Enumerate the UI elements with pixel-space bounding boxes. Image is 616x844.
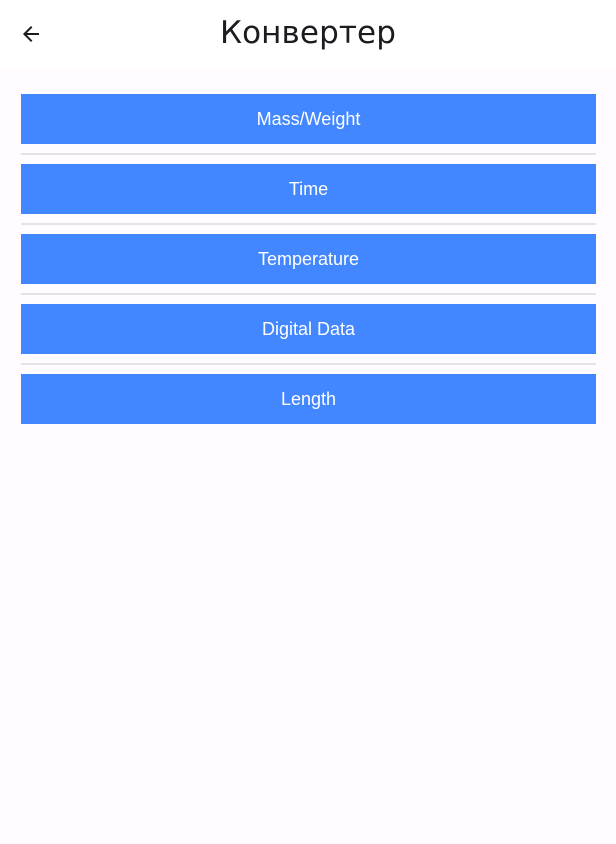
app-bar: Конвертер — [0, 0, 616, 68]
divider — [21, 363, 596, 365]
length-button[interactable]: Length — [21, 374, 596, 424]
time-button[interactable]: Time — [21, 164, 596, 214]
divider — [21, 153, 596, 155]
divider — [21, 293, 596, 295]
converter-menu: Mass/Weight Time Temperature Digital Dat… — [21, 94, 596, 424]
page-title: Конвертер — [220, 15, 396, 51]
digital-data-button[interactable]: Digital Data — [21, 304, 596, 354]
temperature-button[interactable]: Temperature — [21, 234, 596, 284]
mass-weight-button[interactable]: Mass/Weight — [21, 94, 596, 144]
divider — [21, 223, 596, 225]
